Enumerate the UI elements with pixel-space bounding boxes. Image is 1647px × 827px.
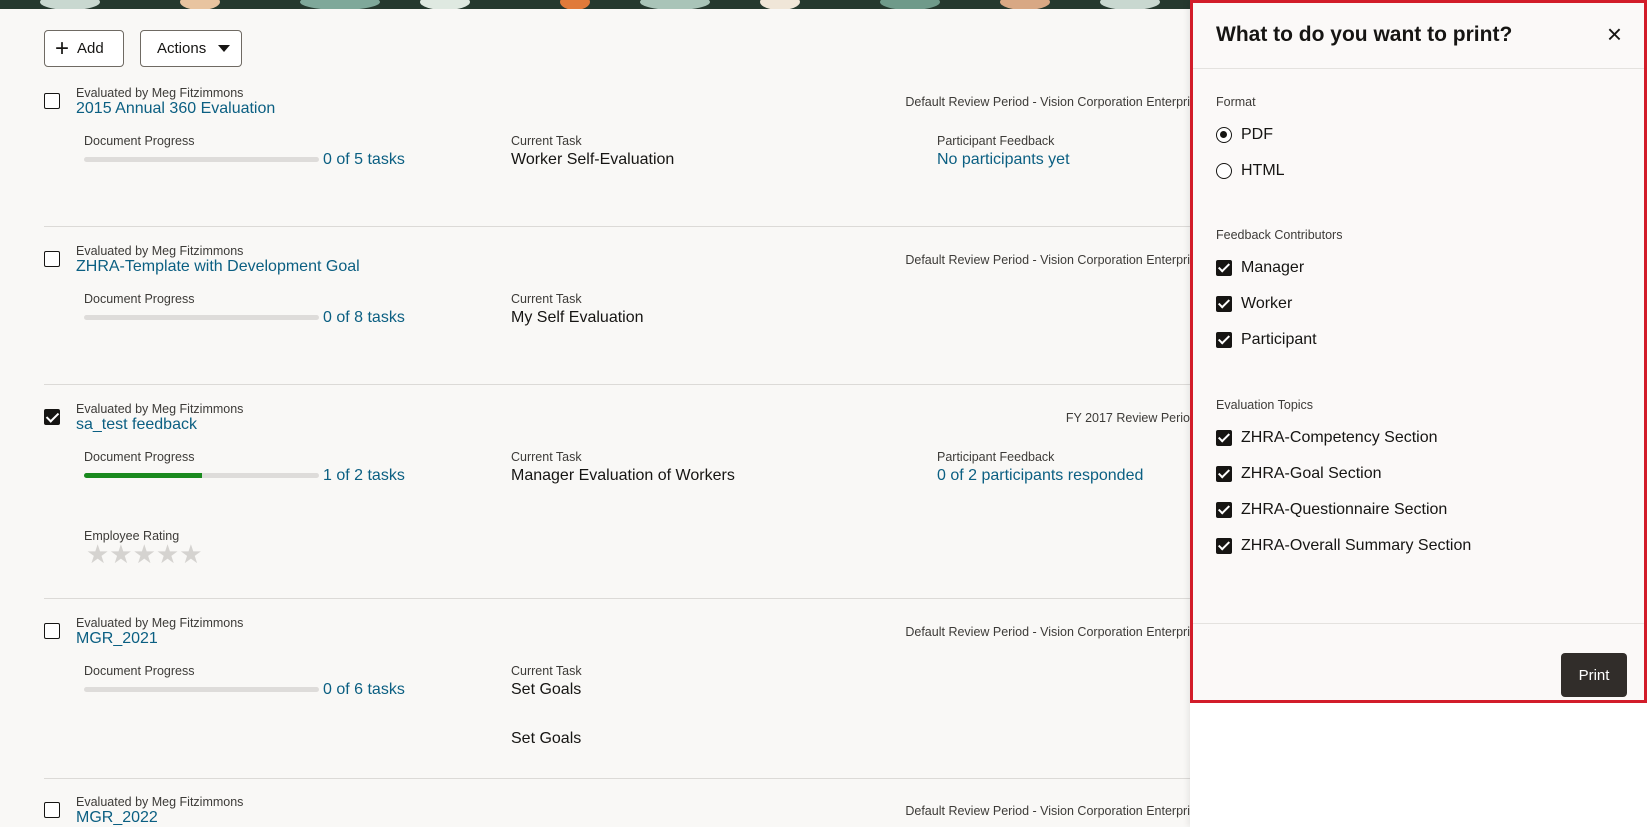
caret-down-icon — [218, 45, 231, 52]
topic-label: ZHRA-Goal Section — [1241, 465, 1382, 482]
document-progress-label: Document Progress — [84, 450, 195, 464]
document-row: Evaluated by Meg Fitzimmons MGR_2021 Def… — [44, 616, 1190, 779]
print-button[interactable]: Print — [1561, 653, 1627, 697]
progress-tasks-link[interactable]: 1 of 2 tasks — [323, 467, 405, 485]
checkbox-checked-icon[interactable] — [1216, 260, 1232, 276]
row-divider — [44, 778, 1190, 779]
document-checkbox[interactable] — [44, 802, 60, 818]
current-task-secondary: Set Goals — [511, 730, 582, 747]
evaluated-by: Evaluated by Meg Fitzimmons — [76, 244, 244, 258]
topic-label: ZHRA-Questionnaire Section — [1241, 501, 1448, 518]
topic-competency[interactable]: ZHRA-Competency Section — [1216, 429, 1438, 447]
dialog-header-divider — [1193, 68, 1644, 69]
document-row: Evaluated by Meg Fitzimmons sa_test feed… — [44, 402, 1190, 599]
checkbox-checked-icon[interactable] — [1216, 538, 1232, 554]
document-title-link[interactable]: ZHRA-Template with Development Goal — [76, 258, 360, 276]
topic-questionnaire[interactable]: ZHRA-Questionnaire Section — [1216, 501, 1447, 519]
add-button[interactable]: + Add — [44, 30, 124, 67]
actions-button-label: Actions — [157, 40, 207, 57]
format-option-label: PDF — [1241, 126, 1273, 143]
progress-tasks-link[interactable]: 0 of 6 tasks — [323, 681, 405, 699]
current-task: Set Goals — [511, 681, 582, 698]
dialog-footer-divider — [1193, 623, 1644, 624]
topic-label: ZHRA-Overall Summary Section — [1241, 537, 1472, 554]
progress-tasks-link[interactable]: 0 of 5 tasks — [323, 151, 405, 169]
contributor-manager[interactable]: Manager — [1216, 259, 1304, 277]
review-period: Default Review Period - Vision Corporati… — [905, 804, 1190, 818]
current-task: Manager Evaluation of Workers — [511, 467, 735, 484]
format-option-html[interactable]: HTML — [1216, 162, 1285, 180]
contributor-worker[interactable]: Worker — [1216, 295, 1292, 313]
participant-feedback-label: Participant Feedback — [937, 134, 1055, 148]
row-divider — [44, 226, 1190, 227]
current-task-label: Current Task — [511, 292, 582, 306]
topic-goal[interactable]: ZHRA-Goal Section — [1216, 465, 1382, 483]
checkbox-checked-icon[interactable] — [1216, 502, 1232, 518]
document-progress-label: Document Progress — [84, 664, 195, 678]
topic-label: ZHRA-Competency Section — [1241, 429, 1438, 446]
checkbox-checked-icon[interactable] — [1216, 430, 1232, 446]
current-task: My Self Evaluation — [511, 309, 644, 326]
document-title-link[interactable]: sa_test feedback — [76, 416, 197, 434]
row-divider — [44, 384, 1190, 385]
progress-bar — [84, 315, 319, 320]
contributor-label: Participant — [1241, 331, 1317, 348]
review-period: FY 2017 Review Perio — [1065, 411, 1190, 425]
evaluated-by: Evaluated by Meg Fitzimmons — [76, 402, 244, 416]
evaluated-by: Evaluated by Meg Fitzimmons — [76, 86, 244, 100]
review-period: Default Review Period - Vision Corporati… — [905, 253, 1190, 267]
participant-feedback-link[interactable]: 0 of 2 participants responded — [937, 467, 1143, 485]
participant-feedback-link[interactable]: No participants yet — [937, 151, 1070, 169]
document-checkbox[interactable] — [44, 93, 60, 109]
progress-bar — [84, 473, 319, 478]
participant-feedback-label: Participant Feedback — [937, 450, 1055, 464]
header-banner — [0, 0, 1190, 9]
document-title-link[interactable]: MGR_2021 — [76, 630, 158, 648]
contributor-label: Manager — [1241, 259, 1305, 276]
format-option-pdf[interactable]: PDF — [1216, 126, 1273, 144]
evaluation-topics-label: Evaluation Topics — [1216, 398, 1314, 412]
feedback-contributors-label: Feedback Contributors — [1216, 228, 1343, 242]
format-label: Format — [1216, 95, 1256, 109]
document-checkbox[interactable] — [44, 623, 60, 639]
current-task-label: Current Task — [511, 134, 582, 148]
contributor-participant[interactable]: Participant — [1216, 331, 1317, 349]
document-title-link[interactable]: MGR_2022 — [76, 809, 158, 827]
radio-selected-icon[interactable] — [1216, 127, 1232, 143]
review-period: Default Review Period - Vision Corporati… — [905, 95, 1190, 109]
plus-icon: + — [55, 34, 70, 62]
document-row: Evaluated by Meg Fitzimmons MGR_2022 Def… — [44, 795, 1190, 827]
topic-overall-summary[interactable]: ZHRA-Overall Summary Section — [1216, 537, 1471, 555]
evaluated-by: Evaluated by Meg Fitzimmons — [76, 616, 244, 630]
document-checkbox[interactable] — [44, 409, 60, 425]
review-period: Default Review Period - Vision Corporati… — [905, 625, 1190, 639]
actions-menu-button[interactable]: Actions — [140, 30, 242, 67]
add-button-label: Add — [77, 40, 104, 57]
current-task: Worker Self-Evaluation — [511, 151, 675, 168]
document-title-link[interactable]: 2015 Annual 360 Evaluation — [76, 100, 275, 118]
document-progress-label: Document Progress — [84, 292, 195, 306]
radio-unselected-icon[interactable] — [1216, 163, 1232, 179]
document-progress-label: Document Progress — [84, 134, 195, 148]
evaluated-by: Evaluated by Meg Fitzimmons — [76, 795, 244, 809]
progress-bar — [84, 687, 319, 692]
contributor-label: Worker — [1241, 295, 1293, 312]
close-icon[interactable]: × — [1607, 21, 1622, 47]
checkbox-checked-icon[interactable] — [1216, 332, 1232, 348]
dialog-title: What to do you want to print? — [1216, 23, 1513, 46]
current-task-label: Current Task — [511, 450, 582, 464]
checkbox-checked-icon[interactable] — [1216, 296, 1232, 312]
document-row: Evaluated by Meg Fitzimmons 2015 Annual … — [44, 86, 1190, 227]
progress-tasks-link[interactable]: 0 of 8 tasks — [323, 309, 405, 327]
format-option-label: HTML — [1241, 162, 1285, 179]
progress-bar — [84, 157, 319, 162]
current-task-label: Current Task — [511, 664, 582, 678]
document-checkbox[interactable] — [44, 251, 60, 267]
star-rating: ★★★★★ — [86, 539, 203, 569]
document-row: Evaluated by Meg Fitzimmons ZHRA-Templat… — [44, 244, 1190, 385]
checkbox-checked-icon[interactable] — [1216, 466, 1232, 482]
print-dialog: What to do you want to print? × Format P… — [1190, 0, 1647, 703]
row-divider — [44, 598, 1190, 599]
